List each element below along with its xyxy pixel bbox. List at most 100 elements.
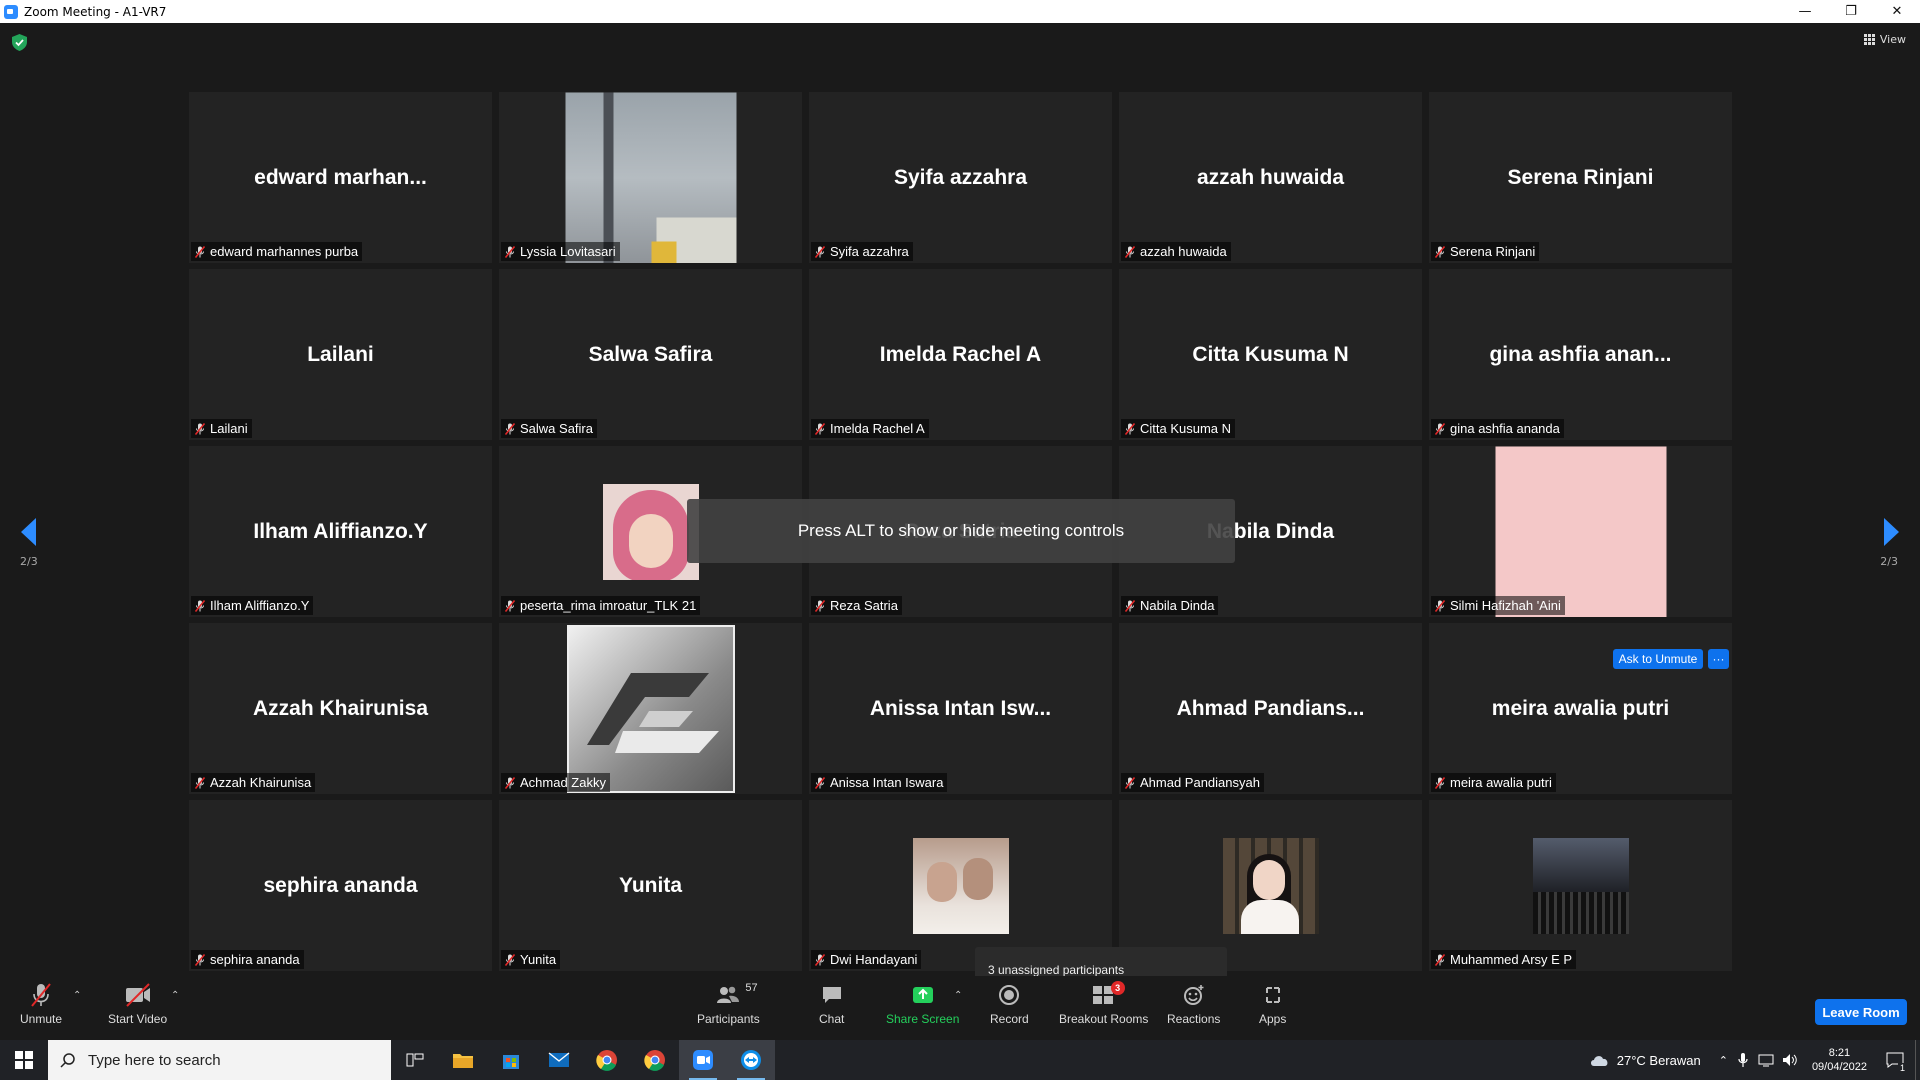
mail-icon[interactable]: [535, 1040, 583, 1080]
chrome-profile-icon[interactable]: [631, 1040, 679, 1080]
participant-name-text: Silmi Hafizhah 'Aini: [1450, 598, 1561, 613]
participant-tile[interactable]: Imelda Rachel A Imelda Rachel A: [809, 269, 1112, 440]
video-options-caret-icon[interactable]: ⌃: [171, 990, 179, 1001]
chrome-icon[interactable]: [583, 1040, 631, 1080]
unmute-button[interactable]: Unmute: [20, 982, 62, 1026]
show-hidden-icons-icon[interactable]: ⌃: [1719, 1054, 1728, 1067]
participant-name-label: Yunita: [501, 950, 561, 969]
participant-photo: [1532, 837, 1629, 934]
leave-room-button[interactable]: Leave Room: [1815, 999, 1907, 1025]
network-icon[interactable]: [1758, 1053, 1774, 1067]
show-desktop-button[interactable]: [1915, 1040, 1920, 1080]
chat-button[interactable]: Chat: [819, 982, 844, 1026]
participants-label: Participants: [697, 1012, 760, 1026]
record-label: Record: [990, 1012, 1029, 1026]
share-screen-button[interactable]: Share Screen: [886, 982, 959, 1026]
participant-tile[interactable]: gina ashfia anan... gina ashfia ananda: [1429, 269, 1732, 440]
encryption-shield-icon[interactable]: [12, 34, 27, 51]
clock[interactable]: 8:21 09/04/2022: [1812, 1046, 1867, 1074]
start-button[interactable]: [0, 1040, 48, 1080]
file-explorer-icon[interactable]: [439, 1040, 487, 1080]
participant-name-text: Anissa Intan Iswara: [830, 775, 944, 790]
participant-tile[interactable]: Serena Rinjani Serena Rinjani: [1429, 92, 1732, 263]
muted-microphone-icon: [504, 953, 516, 966]
participant-name-label: Lailani: [191, 419, 252, 438]
page-indicator-left: 2/3: [20, 555, 38, 568]
record-button[interactable]: Record: [990, 982, 1029, 1026]
participant-photo: [602, 483, 699, 580]
participant-name-text: Serena Rinjani: [1450, 244, 1536, 259]
participant-name-text: gina ashfia ananda: [1450, 421, 1560, 436]
participant-name-label: Lyssia Lovitasari: [501, 242, 620, 261]
muted-microphone-icon: [1434, 422, 1446, 435]
participant-tile[interactable]: Lailani Lailani: [189, 269, 492, 440]
muted-microphone-icon: [504, 245, 516, 258]
system-tray: 27°C Berawan ⌃ 8:21 09/04/2022 1: [1589, 1040, 1920, 1080]
participant-tile[interactable]: Lyssia Lovitasari: [499, 92, 802, 263]
store-icon[interactable]: [487, 1040, 535, 1080]
start-video-button[interactable]: Start Video: [108, 982, 167, 1026]
restore-button[interactable]: ❐: [1828, 0, 1874, 23]
participant-tile[interactable]: Syifa azzahra Syifa azzahra: [809, 92, 1112, 263]
muted-microphone-icon: [1124, 776, 1136, 789]
participant-photo: [1495, 446, 1666, 617]
participant-tile[interactable]: sephira ananda sephira ananda: [189, 800, 492, 971]
breakout-rooms-button[interactable]: 3 Breakout Rooms: [1059, 981, 1148, 1026]
participant-tile[interactable]: [1119, 800, 1422, 971]
next-page-arrow-icon[interactable]: [1880, 515, 1902, 549]
participant-name-text: edward marhannes purba: [210, 244, 359, 259]
participant-display-name: Azzah Khairunisa: [252, 696, 429, 720]
audio-options-caret-icon[interactable]: ⌃: [73, 990, 81, 1001]
participant-tile[interactable]: Dwi Handayani: [809, 800, 1112, 971]
participant-name-label: edward marhannes purba: [191, 242, 363, 261]
participant-name-text: sephira ananda: [210, 952, 300, 967]
muted-microphone-icon: [194, 422, 206, 435]
participant-display-name: Serena Rinjani: [1507, 165, 1654, 189]
minimize-button[interactable]: —: [1782, 0, 1828, 23]
reactions-button[interactable]: Reactions: [1167, 982, 1220, 1026]
page-indicator-right: 2/3: [1880, 555, 1898, 568]
participant-tile[interactable]: Ilham Aliffianzo.Y Ilham Aliffianzo.Y: [189, 446, 492, 617]
meeting-toolbar: Unmute ⌃ Start Video ⌃ 57 Participants C…: [0, 976, 1920, 1040]
microphone-tray-icon[interactable]: [1738, 1052, 1748, 1068]
zoom-taskbar-icon[interactable]: [679, 1040, 727, 1080]
volume-icon[interactable]: [1782, 1053, 1798, 1067]
share-options-caret-icon[interactable]: ⌃: [954, 990, 962, 1001]
participants-button[interactable]: 57 Participants: [697, 982, 760, 1026]
muted-microphone-icon: [814, 776, 826, 789]
task-view-icon[interactable]: [391, 1040, 439, 1080]
participant-tile[interactable]: Muhammed Arsy E P: [1429, 800, 1732, 971]
apps-button[interactable]: Apps: [1259, 982, 1286, 1026]
participant-tile[interactable]: Yunita Yunita: [499, 800, 802, 971]
view-button[interactable]: View: [1863, 33, 1906, 46]
teamviewer-taskbar-icon[interactable]: [727, 1040, 775, 1080]
participant-display-name: Yunita: [618, 873, 682, 897]
reactions-label: Reactions: [1167, 1012, 1221, 1026]
participant-tile[interactable]: Ahmad Pandians... Ahmad Pandiansyah: [1119, 623, 1422, 794]
participant-tile[interactable]: Citta Kusuma N Citta Kusuma N: [1119, 269, 1422, 440]
notifications-button[interactable]: 1: [1875, 1040, 1915, 1080]
participant-photo: [1222, 837, 1319, 934]
participant-tile[interactable]: Achmad Zakky: [499, 623, 802, 794]
weather-text[interactable]: 27°C Berawan: [1617, 1053, 1701, 1068]
participant-name-label: meira awalia putri: [1431, 773, 1556, 792]
participant-tile[interactable]: Anissa Intan Isw... Anissa Intan Iswara: [809, 623, 1112, 794]
participant-more-button[interactable]: ···: [1708, 649, 1729, 669]
participant-display-name: meira awalia putri: [1491, 696, 1670, 720]
participant-tile[interactable]: Azzah Khairunisa Azzah Khairunisa: [189, 623, 492, 794]
ask-to-unmute-button[interactable]: Ask to Unmute: [1613, 649, 1703, 669]
participant-tile[interactable]: edward marhan... edward marhannes purba: [189, 92, 492, 263]
participant-name-text: Salwa Safira: [520, 421, 593, 436]
participant-tile[interactable]: Silmi Hafizhah 'Aini: [1429, 446, 1732, 617]
zoom-window: Zoom Meeting - A1-VR7 — ❐ ✕ View 2/3 2/3…: [0, 0, 1920, 1080]
taskbar-search-box[interactable]: Type here to search: [48, 1040, 391, 1080]
participant-tile[interactable]: Salwa Safira Salwa Safira: [499, 269, 802, 440]
participant-tile[interactable]: azzah huwaida azzah huwaida: [1119, 92, 1422, 263]
close-window-button[interactable]: ✕: [1874, 0, 1920, 23]
previous-page-arrow-icon[interactable]: [18, 515, 40, 549]
window-title: Zoom Meeting - A1-VR7: [24, 4, 167, 19]
start-video-label: Start Video: [108, 1012, 168, 1026]
muted-microphone-icon: [504, 422, 516, 435]
search-icon: [60, 1053, 75, 1068]
participant-display-name: azzah huwaida: [1196, 165, 1345, 189]
